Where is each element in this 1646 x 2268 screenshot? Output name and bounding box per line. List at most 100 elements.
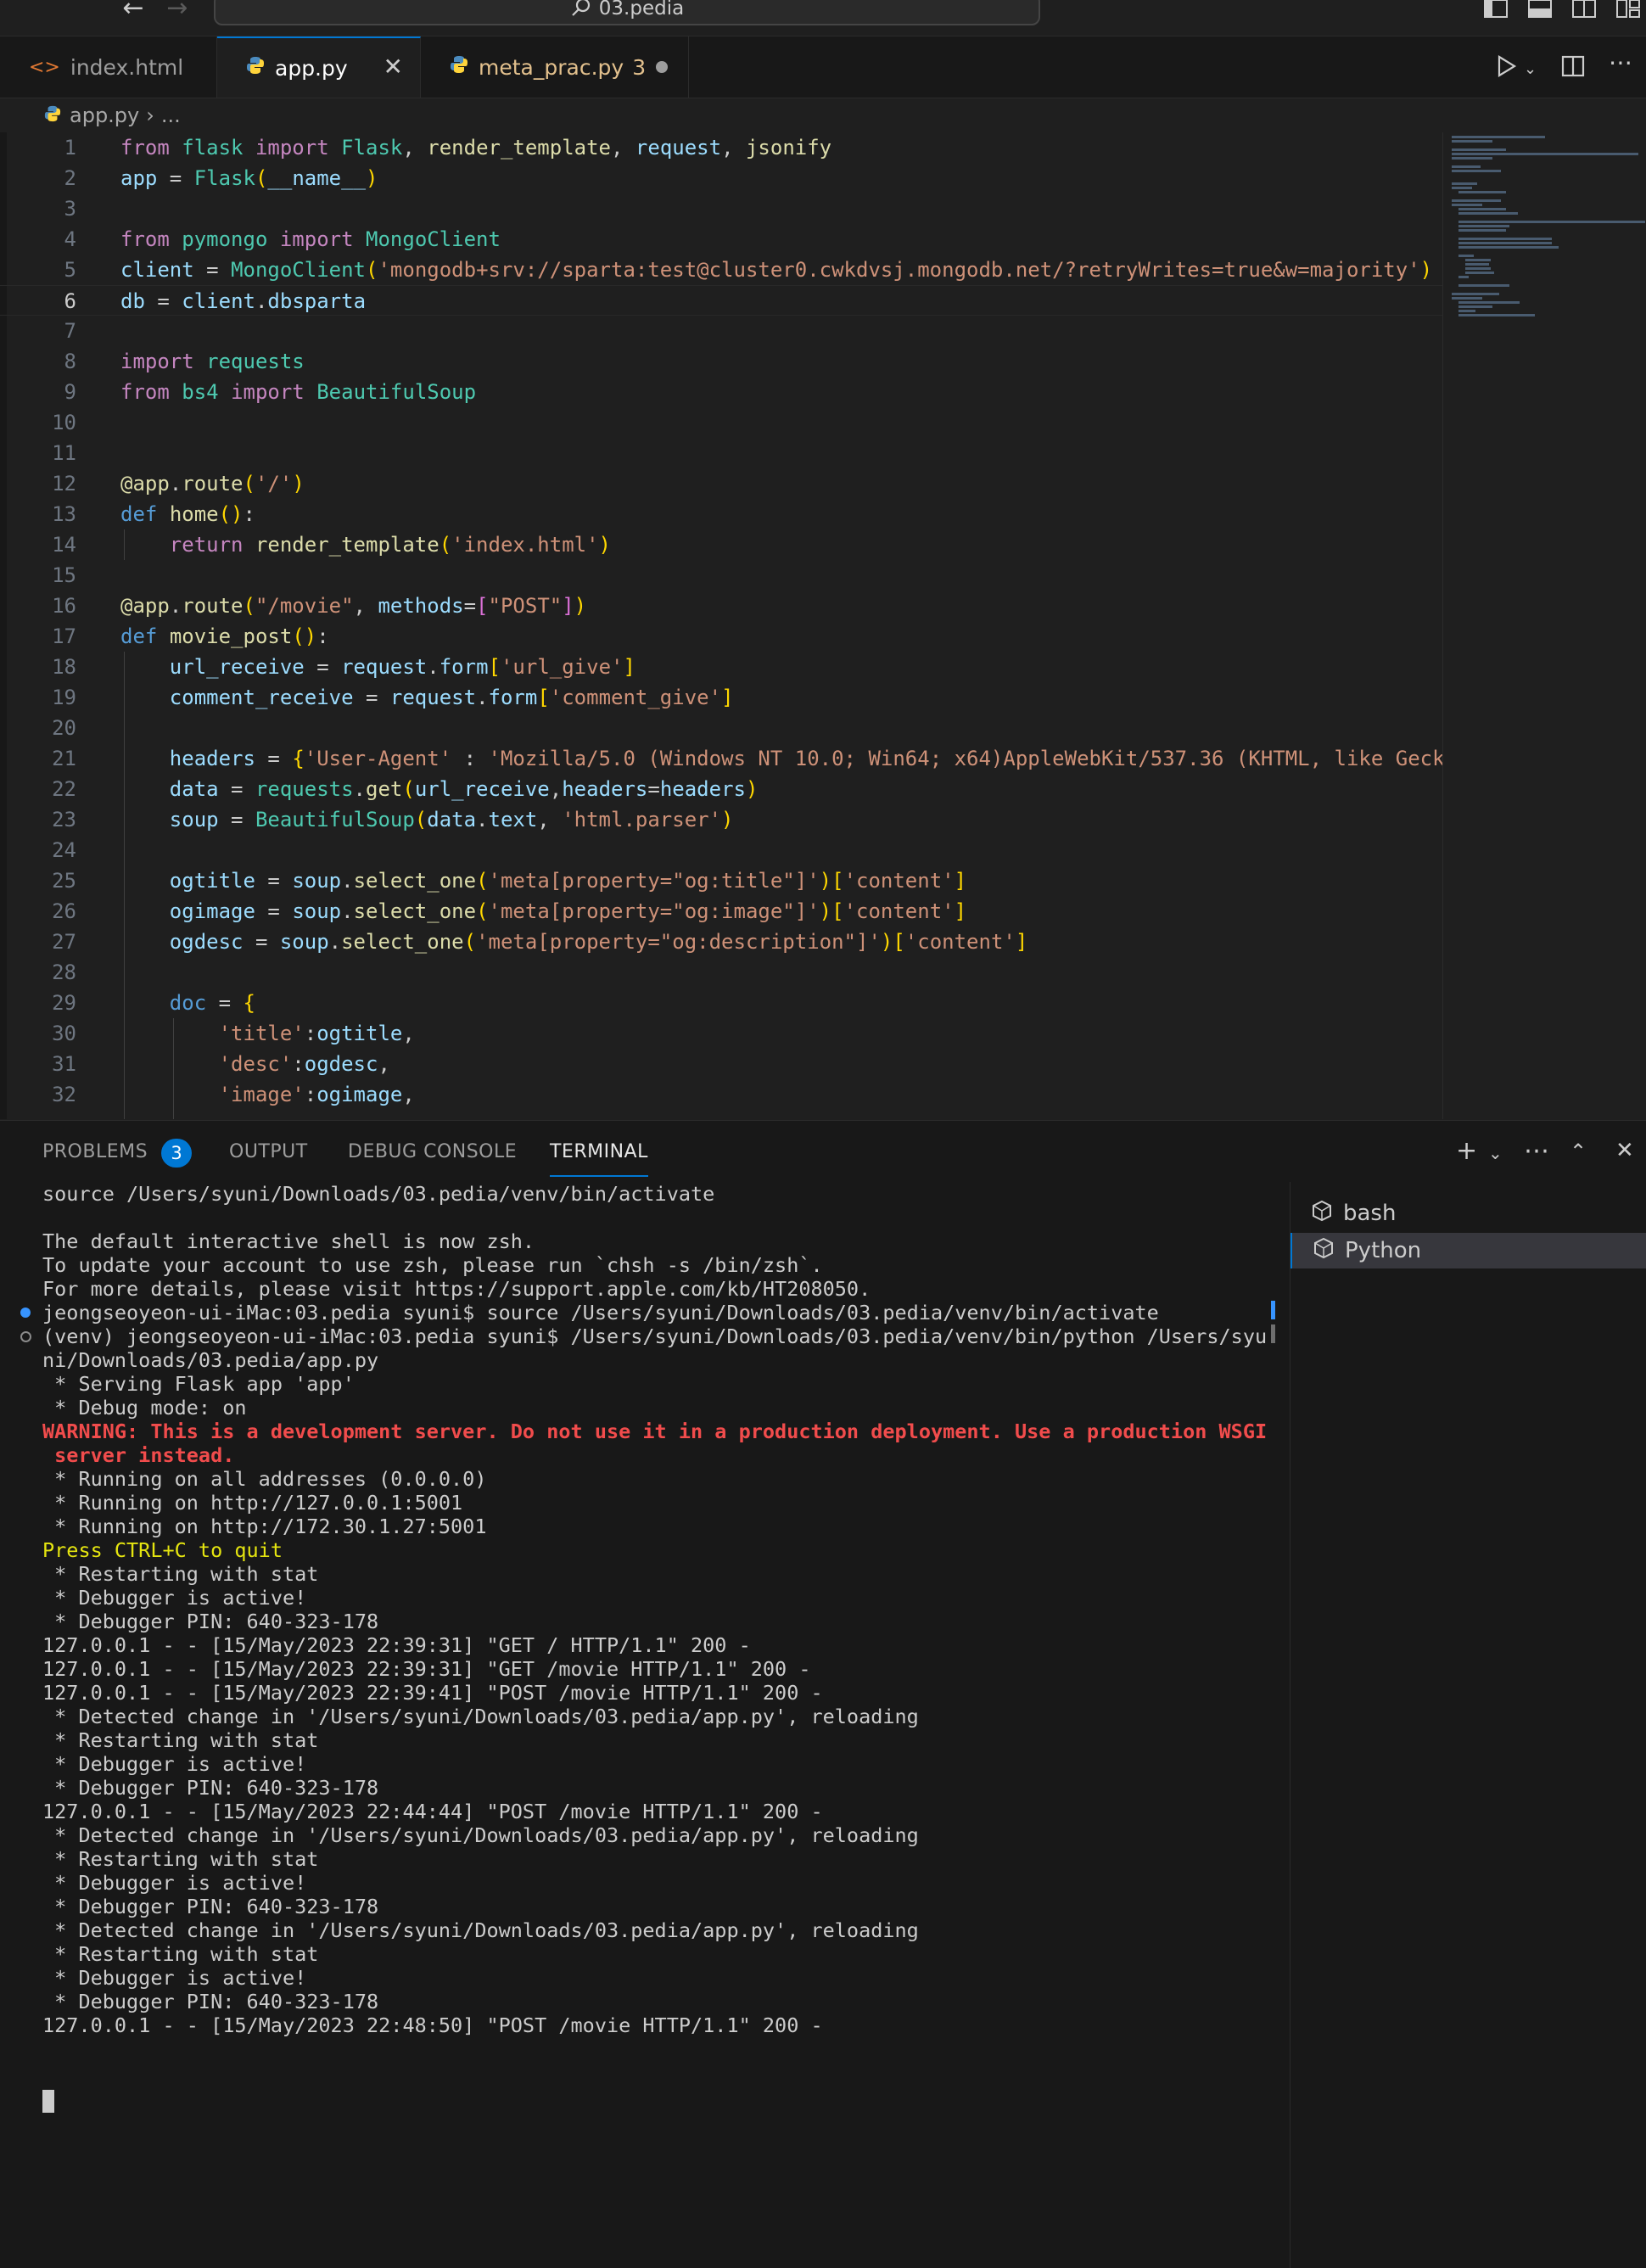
terminal-warning-line: server instead. [42, 1443, 235, 1467]
code-line[interactable]: 31 'desc':ogdesc, [0, 1049, 1442, 1079]
command-success-dot-icon[interactable] [20, 1308, 31, 1318]
code-line[interactable]: 21 headers = {'User-Agent' : 'Mozilla/5.… [0, 743, 1444, 774]
tab-index-html[interactable]: <> index.html [0, 36, 217, 98]
terminal-line: To update your account to use zsh, pleas… [42, 1253, 823, 1277]
code-editor[interactable]: 1 from flask import Flask, render_templat… [0, 132, 1646, 1119]
code-line[interactable]: 8 import requests [0, 346, 1442, 377]
terminal-line: * Debug mode: on [42, 1396, 247, 1420]
terminal-line: source /Users/syuni/Downloads/03.pedia/v… [42, 1182, 715, 1206]
tab-label: index.html [70, 54, 184, 80]
code-line[interactable]: 9 from bs4 import BeautifulSoup [0, 377, 1442, 407]
terminal-line: For more details, please visit https://s… [42, 1277, 871, 1301]
terminal-line: * Running on http://172.30.1.27:5001 [42, 1515, 487, 1538]
code-line[interactable]: 17 def movie_post(): [0, 621, 1442, 652]
run-icon[interactable] [1497, 55, 1517, 83]
code-line[interactable]: 25 ogtitle = soup.select_one('meta[prope… [0, 865, 1442, 896]
minimap[interactable] [1442, 132, 1646, 1119]
bottom-panel: PROBLEMS 3 OUTPUT DEBUG CONSOLE TERMINAL… [0, 1120, 1646, 2268]
breadcrumb-symbols[interactable]: ... [161, 104, 181, 127]
terminal-item-label: Python [1345, 1238, 1422, 1263]
toggle-primary-sidebar-icon[interactable] [1483, 0, 1509, 19]
code-line[interactable]: 28 [0, 957, 1442, 988]
terminal-line: * Running on http://127.0.0.1:5001 [42, 1491, 463, 1515]
more-actions-icon[interactable]: ⋯ [1609, 48, 1632, 76]
code-line[interactable]: 29 doc = { [0, 988, 1442, 1018]
scrollbar-marker [1271, 1301, 1275, 1319]
code-line[interactable]: 16 @app.route("/movie", methods=["POST"]) [0, 591, 1442, 621]
terminal-item-python[interactable]: Python [1290, 1233, 1646, 1268]
terminal-line: (venv) jeongseoyeon-ui-iMac:03.pedia syu… [42, 1324, 1268, 1348]
scrollbar-marker [1271, 1324, 1275, 1343]
command-center-search[interactable]: 03.pedia [214, 0, 1040, 25]
code-line[interactable]: 27 ogdesc = soup.select_one('meta[proper… [0, 927, 1442, 957]
code-line[interactable]: 26 ogimage = soup.select_one('meta[prope… [0, 896, 1442, 927]
terminal-line: * Debugger PIN: 640-323-178 [42, 1610, 379, 1633]
command-center-label: 03.pedia [598, 0, 685, 20]
code-line[interactable]: 13 def home(): [0, 499, 1442, 529]
breadcrumb-file[interactable]: app.py [70, 104, 139, 127]
close-panel-icon[interactable]: ✕ [1615, 1138, 1634, 1163]
terminal-item-bash[interactable]: bash [1290, 1196, 1646, 1231]
back-arrow-icon[interactable]: ← [119, 0, 148, 25]
toggle-panel-icon[interactable] [1527, 0, 1553, 19]
code-line[interactable]: 3 [0, 193, 1442, 224]
python-file-icon [44, 104, 61, 127]
code-line[interactable]: 24 [0, 835, 1442, 865]
search-icon [570, 0, 592, 22]
indent-guide [173, 1018, 174, 1119]
chevron-down-icon[interactable]: ⌄ [1488, 1143, 1503, 1163]
terminal-line: The default interactive shell is now zsh… [42, 1229, 535, 1253]
more-actions-icon[interactable]: ⋯ [1524, 1136, 1549, 1166]
close-icon[interactable]: ✕ [384, 55, 403, 79]
forward-arrow-icon[interactable]: → [163, 0, 192, 25]
toggle-secondary-sidebar-icon[interactable] [1571, 0, 1597, 19]
code-line[interactable]: 30 'title':ogtitle, [0, 1018, 1442, 1049]
terminal-output[interactable]: source /Users/syuni/Downloads/03.pedia/v… [0, 1182, 1290, 2268]
terminal-line: * Debugger PIN: 640-323-178 [42, 1990, 379, 2013]
chevron-right-icon: › [146, 104, 154, 127]
code-line[interactable]: 20 [0, 713, 1442, 743]
code-line[interactable]: 12 @app.route('/') [0, 468, 1442, 499]
tab-meta-prac-py[interactable]: meta_prac.py 3 [421, 36, 689, 98]
terminal-line: ni/Downloads/03.pedia/app.py [42, 1348, 379, 1372]
code-line[interactable]: 2 app = Flask(__name__) [0, 163, 1442, 193]
terminal-shell-icon [1311, 1200, 1333, 1228]
code-line[interactable]: 4 from pymongo import MongoClient [0, 224, 1442, 255]
terminal-cursor [42, 2090, 54, 2113]
split-editor-icon[interactable] [1561, 55, 1585, 83]
maximize-panel-icon[interactable]: ⌃ [1570, 1140, 1587, 1163]
tab-terminal[interactable]: TERMINAL [550, 1141, 648, 1177]
editor-actions: ⌄ ⋯ [1485, 36, 1646, 98]
code-line[interactable]: 14 return render_template('index.html') [0, 529, 1442, 560]
chevron-down-icon[interactable]: ⌄ [1524, 60, 1537, 78]
tab-debug-console[interactable]: DEBUG CONSOLE [348, 1141, 517, 1162]
code-line[interactable]: 23 soup = BeautifulSoup(data.text, 'html… [0, 804, 1442, 835]
unsaved-dot-icon[interactable] [656, 61, 668, 73]
code-line[interactable]: 15 [0, 560, 1442, 591]
terminal-line: * Detected change in '/Users/syuni/Downl… [42, 1918, 919, 1942]
terminal-line: * Debugger is active! [42, 1752, 307, 1776]
code-line[interactable]: 11 [0, 438, 1442, 468]
code-line[interactable]: 22 data = requests.get(url_receive,heade… [0, 774, 1442, 804]
code-line[interactable]: 18 url_receive = request.form['url_give'… [0, 652, 1442, 682]
command-running-dot-icon[interactable] [20, 1331, 31, 1342]
code-line[interactable]: 1 from flask import Flask, render_templat… [0, 132, 1442, 163]
tab-label: meta_prac.py [479, 54, 624, 80]
terminal-line: * Restarting with stat [42, 1847, 319, 1871]
customize-layout-icon[interactable] [1615, 0, 1641, 19]
editor-tab-bar: <> index.html app.py ✕ meta_prac.py 3 ⌄ … [0, 36, 1646, 98]
code-line[interactable]: 10 [0, 407, 1442, 438]
new-terminal-icon[interactable]: + [1456, 1136, 1477, 1166]
tab-problems[interactable]: PROBLEMS [42, 1141, 148, 1162]
terminal-line: * Debugger is active! [42, 1871, 307, 1895]
code-line[interactable]: 7 [0, 316, 1442, 346]
tab-app-py[interactable]: app.py ✕ [217, 36, 421, 98]
python-file-icon [246, 56, 265, 80]
code-line[interactable]: 32 'image':ogimage, [0, 1079, 1442, 1110]
code-line[interactable]: 19 comment_receive = request.form['comme… [0, 682, 1442, 713]
terminal-line: * Restarting with stat [42, 1942, 319, 1966]
terminal-line: * Restarting with stat [42, 1728, 319, 1752]
tab-output[interactable]: OUTPUT [229, 1141, 308, 1162]
code-line-current[interactable]: 6 db = client.dbsparta [0, 285, 1442, 316]
code-line[interactable]: 5 client = MongoClient('mongodb+srv://spa… [0, 255, 1442, 285]
